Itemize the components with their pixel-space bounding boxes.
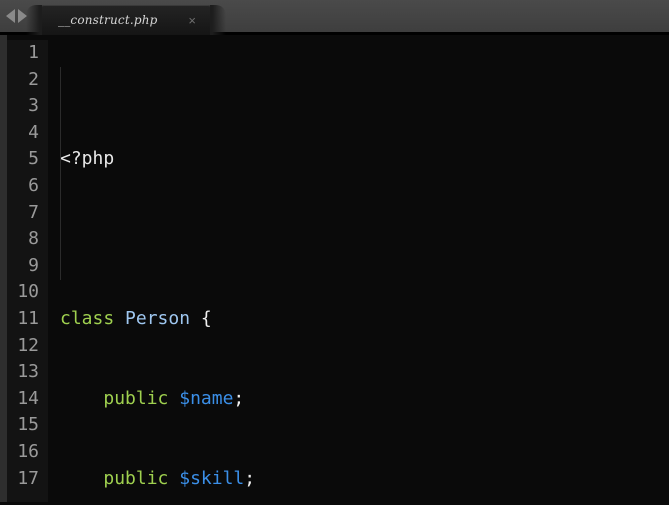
code-content[interactable]: <?php class Person { public $name; publi…	[48, 40, 669, 502]
editor-tab-construct-php[interactable]: __construct.php ×	[26, 5, 226, 35]
tab-bar: __construct.php ×	[0, 0, 669, 35]
code-line-3: class Person {	[60, 307, 212, 329]
code-line-5: public $skill;	[103, 467, 256, 489]
indent-guide	[60, 66, 61, 280]
code-line-4: public $name;	[103, 387, 245, 409]
code-editor[interactable]: 1 2 3 4 5 6 7 8 9 10 11 12 13 14 15 16 17 <?php class Pe…	[0, 35, 669, 502]
tab-nav-arrows	[0, 0, 27, 32]
editor-left-edge-strip	[0, 35, 7, 502]
code-line-1: <?php	[60, 148, 115, 170]
nav-back-icon[interactable]	[6, 9, 15, 23]
close-icon[interactable]: ×	[188, 14, 196, 27]
tab-title-label: __construct.php	[58, 13, 158, 27]
line-number-gutter: 1 2 3 4 5 6 7 8 9 10 11 12 13 14 15 16 17	[0, 40, 48, 502]
